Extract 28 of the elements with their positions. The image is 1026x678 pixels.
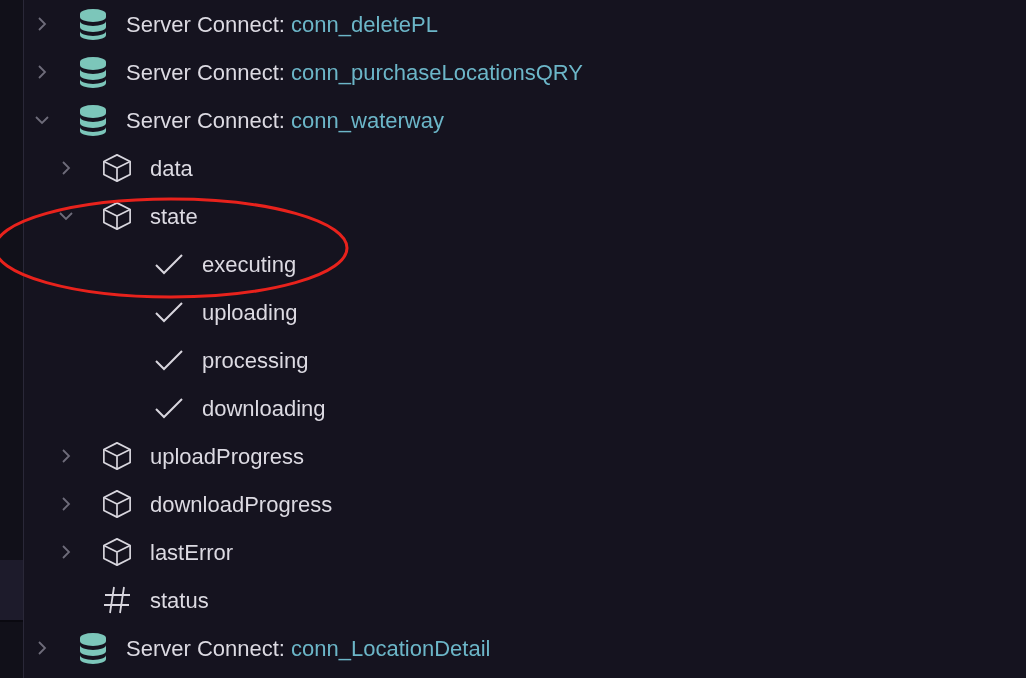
database-icon: [78, 7, 108, 41]
tree-item-label[interactable]: Server Connect: conn_waterway: [126, 103, 444, 137]
cube-icon: [102, 200, 132, 232]
check-icon: [154, 348, 184, 372]
hash-icon: [103, 585, 131, 615]
check-icon: [154, 300, 184, 324]
cube-icon: [102, 152, 132, 184]
database-icon: [78, 103, 108, 137]
tree-item-label[interactable]: Server Connect: conn_deletePL: [126, 7, 438, 41]
tree-item-label[interactable]: lastError: [150, 535, 234, 569]
check-icon: [154, 396, 184, 420]
tree-item-label[interactable]: processing: [202, 343, 309, 377]
tree-item-label[interactable]: downloading: [202, 391, 326, 425]
cube-icon: [102, 440, 132, 472]
tree-item-label[interactable]: status: [150, 583, 209, 617]
tree-item-label[interactable]: data: [150, 151, 193, 185]
tree-item-label[interactable]: Server Connect: conn_LocationDetail: [126, 631, 491, 665]
tree-item-label[interactable]: downloadProgress: [150, 487, 333, 521]
cube-icon: [102, 536, 132, 568]
tree-item-label[interactable]: state: [150, 199, 198, 233]
database-icon: [78, 55, 108, 89]
database-icon: [78, 631, 108, 665]
tree-item-label[interactable]: executing: [202, 247, 297, 281]
tree-item-label[interactable]: uploading: [202, 295, 298, 329]
tree-item-label[interactable]: uploadProgress: [150, 439, 305, 473]
check-icon: [154, 252, 184, 276]
tree-item-label[interactable]: Server Connect: conn_purchaseLocationsQRY: [126, 55, 583, 89]
cube-icon: [102, 488, 132, 520]
